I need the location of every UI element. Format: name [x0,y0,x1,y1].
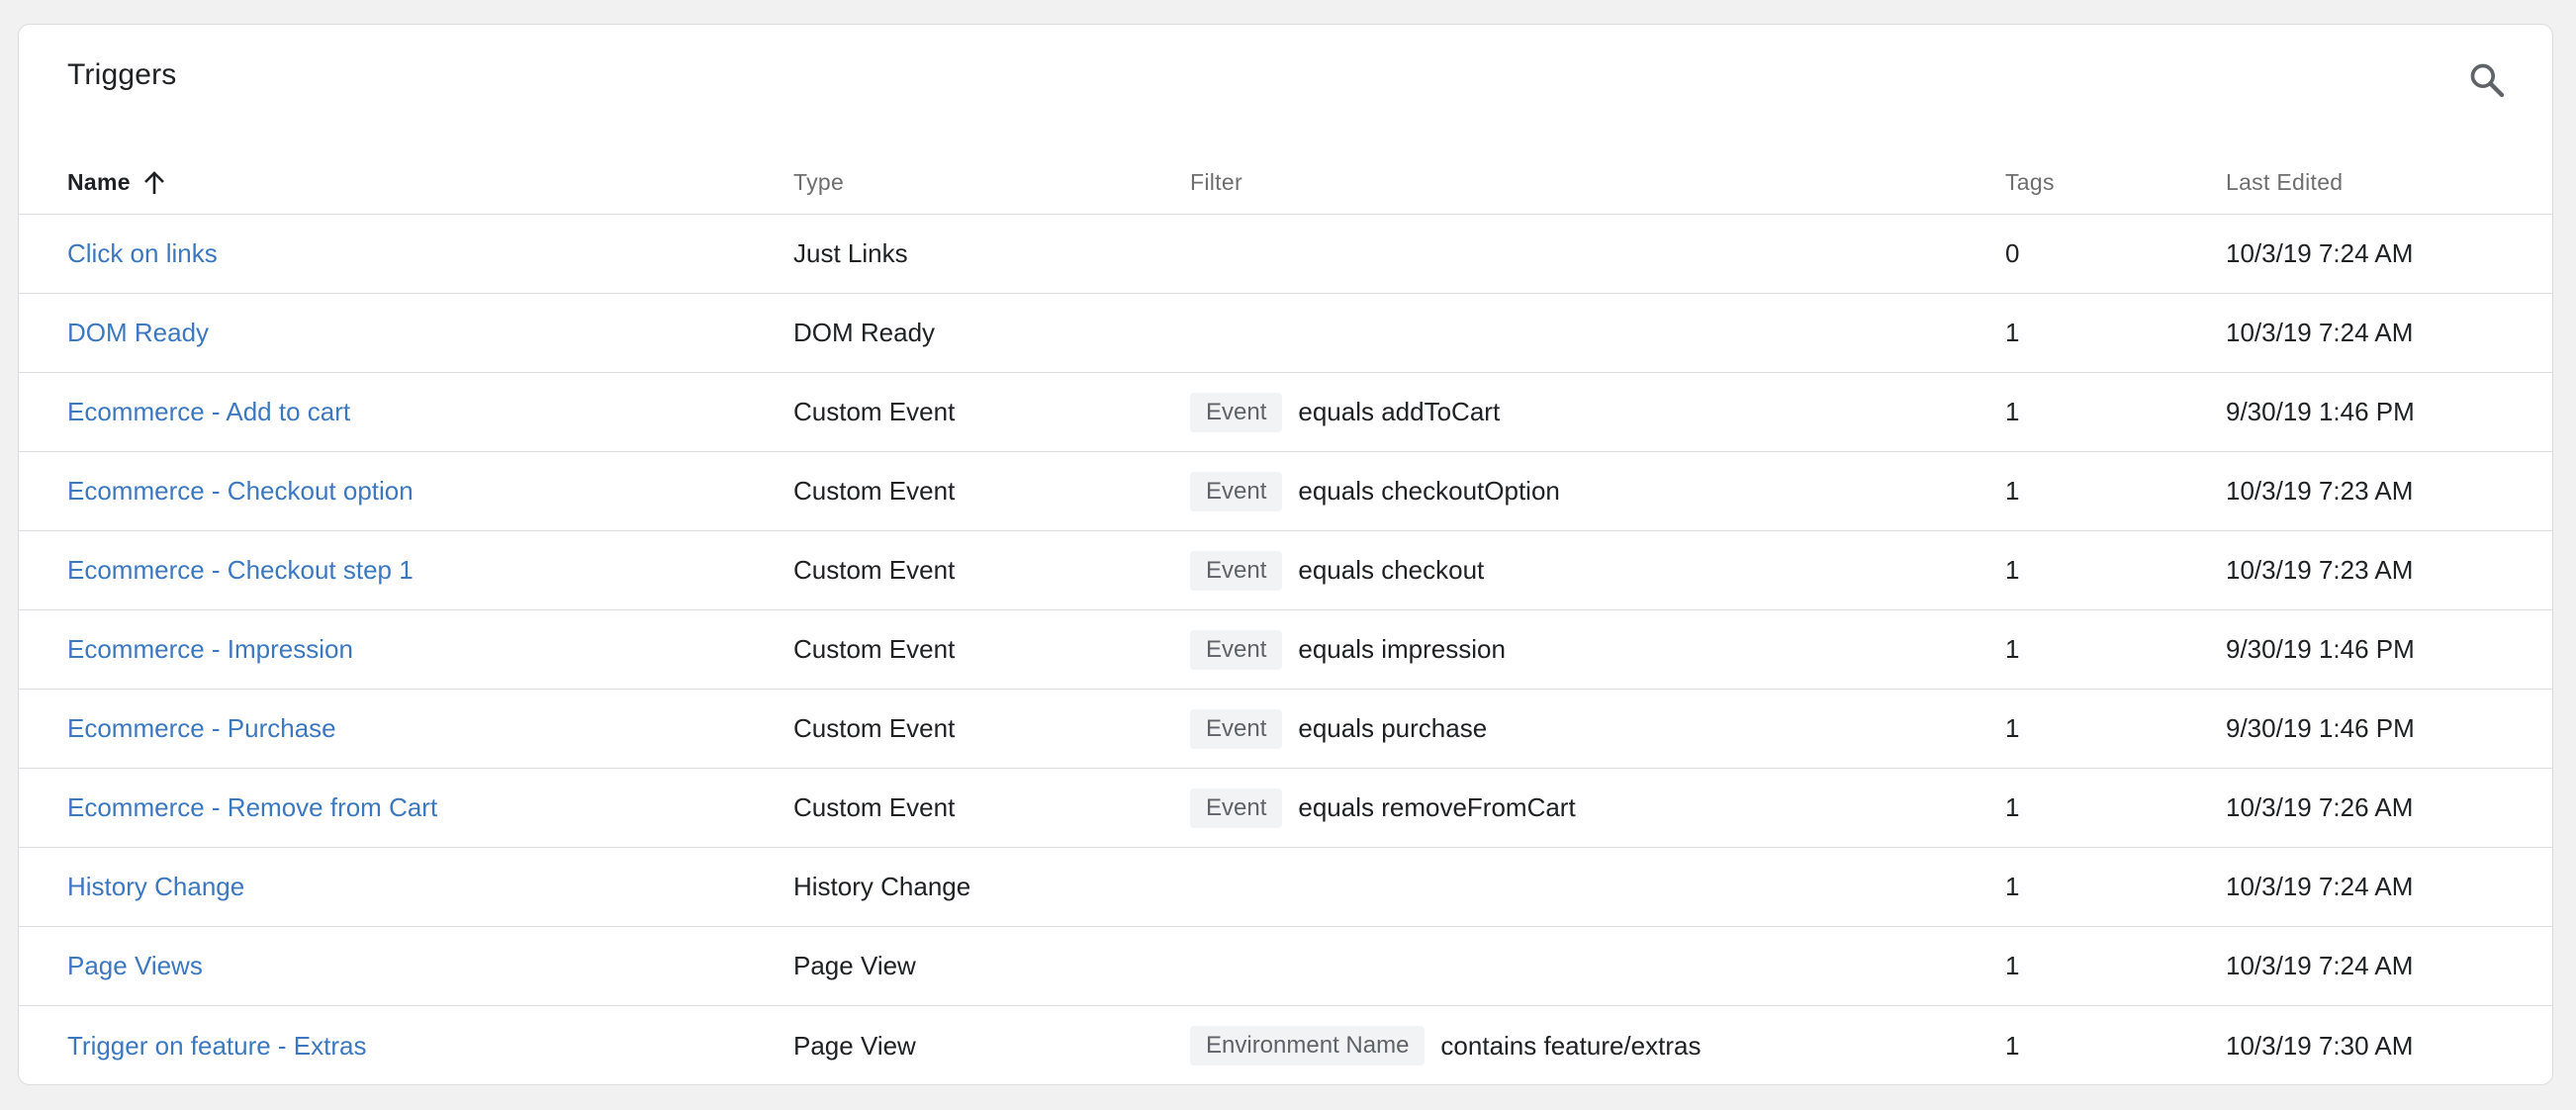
trigger-type: History Change [793,872,971,901]
trigger-name-link[interactable]: DOM Ready [67,318,209,348]
trigger-tags-count: 1 [2005,951,2020,980]
trigger-tags-count: 1 [2005,476,2020,506]
trigger-name-link[interactable]: Ecommerce - Checkout step 1 [67,555,414,586]
table-row[interactable]: History Change History Change 1 10/3/19 … [19,848,2552,927]
trigger-filter: Event equals impression [1190,610,1506,689]
trigger-type: DOM Ready [793,318,936,347]
table-row[interactable]: Click on links Just Links 0 10/3/19 7:24… [19,215,2552,294]
trigger-last-edited: 10/3/19 7:23 AM [2226,555,2414,585]
trigger-type: Page View [793,1030,916,1061]
trigger-type: Custom Event [793,476,956,506]
trigger-filter: Event equals removeFromCart [1190,769,1576,847]
column-header-name[interactable]: Name [67,151,166,214]
filter-condition: equals impression [1298,634,1506,664]
trigger-name-link[interactable]: Ecommerce - Purchase [67,713,336,744]
table-body: Click on links Just Links 0 10/3/19 7:24… [19,215,2552,1084]
trigger-filter: Event equals checkout [1190,531,1484,609]
filter-condition: equals checkoutOption [1298,476,1560,506]
filter-condition: equals removeFromCart [1298,792,1576,822]
trigger-name-link[interactable]: Ecommerce - Impression [67,634,353,665]
trigger-name-link[interactable]: History Change [67,872,244,902]
filter-variable-chip: Environment Name [1190,1026,1426,1065]
filter-condition: equals addToCart [1298,397,1501,426]
trigger-last-edited: 10/3/19 7:26 AM [2226,792,2414,822]
column-header-name-label: Name [67,169,131,195]
search-button[interactable] [2463,58,2511,106]
trigger-name-link[interactable]: Trigger on feature - Extras [67,1031,367,1062]
trigger-type: Custom Event [793,713,956,743]
table-row[interactable]: Trigger on feature - Extras Page View En… [19,1006,2552,1084]
filter-condition: equals checkout [1298,555,1485,585]
table-row[interactable]: Ecommerce - Checkout step 1 Custom Event… [19,531,2552,610]
trigger-last-edited: 10/3/19 7:24 AM [2226,318,2414,347]
trigger-tags-count: 1 [2005,792,2020,822]
trigger-tags-count: 1 [2005,397,2020,426]
filter-variable-chip: Event [1190,787,1283,828]
filter-condition: equals purchase [1298,713,1488,743]
trigger-tags-count: 1 [2005,872,2020,901]
table-row[interactable]: Ecommerce - Purchase Custom Event Event … [19,690,2552,769]
column-header-tags-label: Tags [2005,169,2055,195]
table-row[interactable]: Ecommerce - Checkout option Custom Event… [19,452,2552,531]
table-row[interactable]: DOM Ready DOM Ready 1 10/3/19 7:24 AM [19,294,2552,373]
column-header-type-label: Type [793,169,845,195]
trigger-last-edited: 9/30/19 1:46 PM [2226,634,2415,664]
trigger-tags-count: 0 [2005,238,2020,268]
column-header-type[interactable]: Type [793,151,844,214]
trigger-name-link[interactable]: Ecommerce - Checkout option [67,476,414,507]
column-header-last-edited[interactable]: Last Edited [2226,151,2343,214]
trigger-tags-count: 1 [2005,555,2020,585]
trigger-filter: Event equals addToCart [1190,373,1500,451]
trigger-type: Just Links [793,238,908,268]
trigger-type: Page View [793,951,916,980]
table-row[interactable]: Ecommerce - Remove from Cart Custom Even… [19,769,2552,848]
trigger-tags-count: 1 [2005,318,2020,347]
filter-variable-chip: Event [1190,471,1283,511]
filter-variable-chip: Event [1190,708,1283,749]
trigger-type: Custom Event [793,397,956,426]
table-row[interactable]: Page Views Page View 1 10/3/19 7:24 AM [19,927,2552,1006]
column-header-filter[interactable]: Filter [1190,151,1242,214]
table-header: Name Type Filter Tags Last Edited [19,151,2552,215]
filter-condition: contains feature/extras [1440,1030,1702,1061]
trigger-tags-count: 1 [2005,1030,2020,1061]
trigger-last-edited: 10/3/19 7:24 AM [2226,872,2414,901]
trigger-name-link[interactable]: Ecommerce - Remove from Cart [67,792,437,823]
page-title: Triggers [67,58,177,91]
filter-variable-chip: Event [1190,629,1283,670]
trigger-filter: Event equals checkoutOption [1190,452,1560,530]
arrow-up-icon [142,170,166,196]
trigger-last-edited: 10/3/19 7:24 AM [2226,951,2414,980]
table-row[interactable]: Ecommerce - Add to cart Custom Event Eve… [19,373,2552,452]
trigger-tags-count: 1 [2005,713,2020,743]
trigger-name-link[interactable]: Page Views [67,951,203,981]
filter-variable-chip: Event [1190,550,1283,591]
card-header: Triggers [19,25,2552,151]
trigger-last-edited: 9/30/19 1:46 PM [2226,713,2415,743]
trigger-last-edited: 9/30/19 1:46 PM [2226,397,2415,426]
trigger-last-edited: 10/3/19 7:24 AM [2226,238,2414,268]
trigger-filter: Event equals purchase [1190,690,1487,768]
filter-variable-chip: Event [1190,392,1283,432]
column-header-last-edited-label: Last Edited [2226,169,2344,195]
trigger-type: Custom Event [793,555,956,585]
trigger-tags-count: 1 [2005,634,2020,664]
triggers-card: Triggers Name Type Filter Tags Last Edit… [18,24,2553,1085]
trigger-filter: Environment Name contains feature/extras [1190,1006,1702,1084]
trigger-type: Custom Event [793,634,956,664]
search-icon [2467,60,2507,105]
trigger-last-edited: 10/3/19 7:30 AM [2226,1030,2414,1061]
table-row[interactable]: Ecommerce - Impression Custom Event Even… [19,610,2552,690]
trigger-name-link[interactable]: Ecommerce - Add to cart [67,397,350,427]
column-header-tags[interactable]: Tags [2005,151,2055,214]
trigger-type: Custom Event [793,792,956,822]
column-header-filter-label: Filter [1190,169,1242,195]
trigger-name-link[interactable]: Click on links [67,238,218,269]
trigger-last-edited: 10/3/19 7:23 AM [2226,476,2414,506]
